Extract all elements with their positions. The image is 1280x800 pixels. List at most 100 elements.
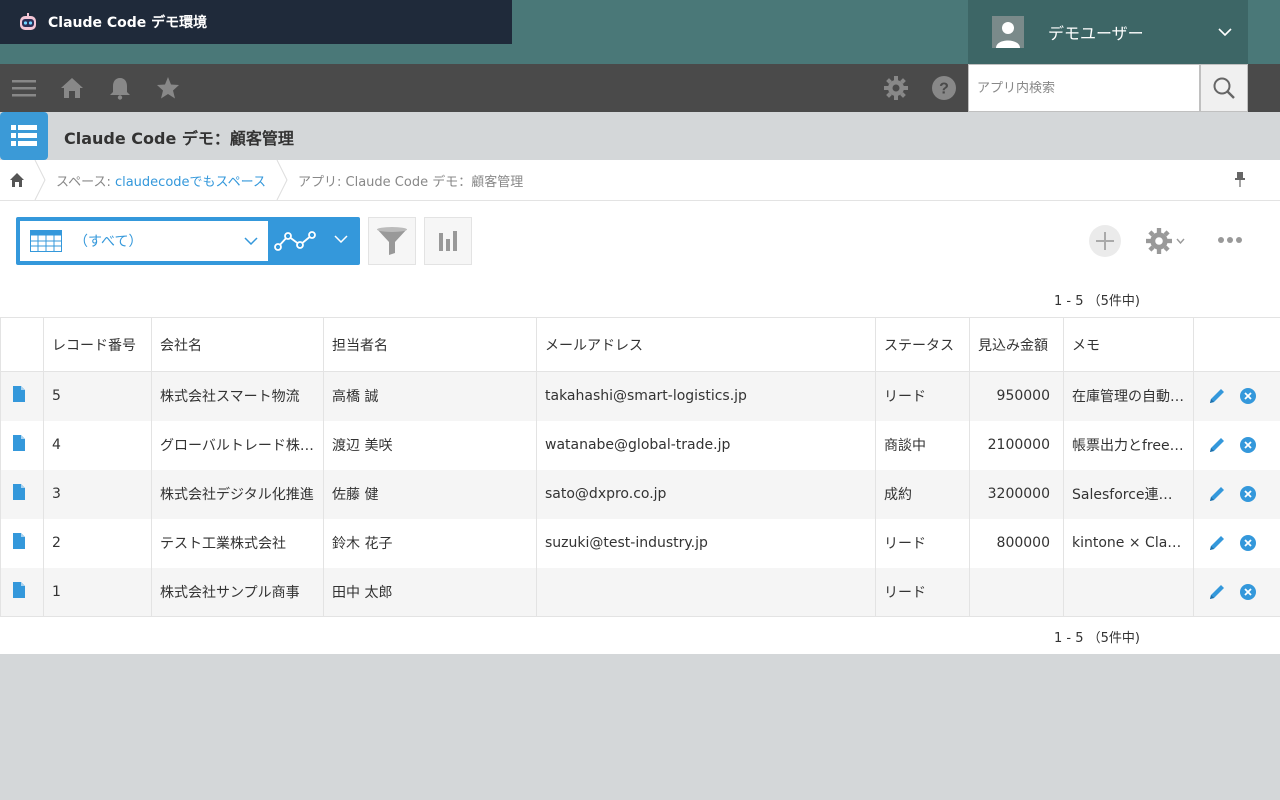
row-actions — [1193, 469, 1280, 519]
header-company[interactable]: 会社名 — [151, 317, 324, 372]
view-selector: （すべて） — [16, 217, 360, 265]
edit-pencil-icon[interactable] — [1208, 387, 1226, 405]
breadcrumb: スペース: claudecodeでもスペース アプリ: Claude Code … — [0, 160, 1280, 201]
cell-company: 株式会社サンプル商事 — [151, 567, 324, 617]
record-detail-cell[interactable] — [0, 567, 44, 617]
bell-icon[interactable] — [108, 76, 132, 100]
app-settings-button[interactable] — [1146, 228, 1185, 254]
graph-chart-button[interactable] — [424, 217, 472, 265]
cell-record-number: 5 — [43, 371, 152, 421]
cell-amount — [969, 567, 1064, 617]
cell-company: 株式会社デジタル化推進 — [151, 469, 324, 519]
view-dropdown[interactable]: （すべて） — [20, 221, 268, 261]
robot-logo-icon — [20, 13, 36, 30]
record-detail-cell[interactable] — [0, 518, 44, 568]
edit-pencil-icon[interactable] — [1208, 583, 1226, 601]
record-detail-cell[interactable] — [0, 469, 44, 519]
delete-close-icon[interactable] — [1240, 486, 1256, 502]
avatar — [992, 16, 1024, 48]
cell-person: 田中 太郎 — [323, 567, 537, 617]
breadcrumb-home-icon[interactable] — [9, 172, 25, 192]
document-icon[interactable] — [13, 484, 25, 500]
records-body: 5 株式会社スマート物流 高橋 誠 takahashi@smart-logistics… — [0, 371, 1280, 617]
graph-icon[interactable] — [274, 227, 318, 255]
delete-close-icon[interactable] — [1240, 583, 1256, 600]
edit-pencil-icon[interactable] — [1208, 534, 1226, 552]
settings-gear-icon[interactable] — [884, 76, 908, 100]
user-menu[interactable]: デモユーザー — [968, 0, 1248, 64]
row-actions — [1193, 518, 1280, 568]
app-search-box — [968, 64, 1200, 112]
breadcrumb-separator-icon — [276, 160, 288, 200]
table-row[interactable]: 3 株式会社デジタル化推進 佐藤 健 sato@dxpro.co.jp 成約 320000… — [0, 469, 1280, 519]
gear-icon — [1146, 228, 1172, 254]
row-actions — [1193, 567, 1280, 617]
add-record-button[interactable] — [1089, 225, 1121, 257]
cell-person: 渡辺 美咲 — [323, 420, 537, 470]
menu-icon[interactable] — [12, 76, 36, 100]
cell-record-number: 3 — [43, 469, 152, 519]
header-status[interactable]: ステータス — [875, 317, 970, 372]
table-row[interactable]: 1 株式会社サンプル商事 田中 太郎 リード — [0, 567, 1280, 617]
brand-bar: Claude Code デモ環境 — [0, 0, 512, 44]
page-title: Claude Code デモ：顧客管理 — [64, 129, 294, 148]
cell-amount: 950000 — [969, 371, 1064, 421]
table-view-icon — [30, 230, 62, 252]
header-amount[interactable]: 見込み金額 — [969, 317, 1064, 372]
header-record-number[interactable]: レコード番号 — [43, 317, 152, 372]
edit-pencil-icon[interactable] — [1208, 436, 1226, 454]
record-detail-cell[interactable] — [0, 371, 44, 421]
user-icon — [996, 22, 1020, 48]
app-search-input[interactable] — [977, 80, 1199, 96]
search-icon — [1213, 77, 1235, 99]
cell-company: 株式会社スマート物流 — [151, 371, 324, 421]
search-button[interactable] — [1200, 64, 1248, 112]
document-icon[interactable] — [13, 386, 25, 403]
breadcrumb-separator-icon — [34, 160, 46, 200]
table-row[interactable]: 4 グローバルトレード株… 渡辺 美咲 watanabe@global-trade.j… — [0, 420, 1280, 470]
chevron-down-icon[interactable] — [334, 235, 348, 243]
cell-email: suzuki@test-industry.jp — [536, 518, 876, 568]
delete-close-icon[interactable] — [1240, 388, 1256, 405]
bar-chart-icon — [439, 231, 457, 251]
cell-status: 成約 — [875, 469, 970, 519]
document-icon[interactable] — [13, 581, 25, 598]
help-icon[interactable]: ? — [932, 76, 956, 100]
filter-funnel-icon — [377, 227, 407, 255]
row-actions — [1193, 420, 1280, 470]
chevron-down-icon — [1176, 238, 1185, 244]
filter-button[interactable] — [368, 217, 416, 265]
app-list-icon — [0, 112, 48, 160]
breadcrumb-app: アプリ: Claude Code デモ：顧客管理 — [298, 175, 524, 190]
cell-record-number: 1 — [43, 567, 152, 617]
cell-memo — [1063, 567, 1194, 617]
record-detail-cell[interactable] — [0, 420, 44, 470]
cell-memo: 帳票出力とfree… — [1063, 420, 1194, 470]
delete-close-icon[interactable] — [1240, 437, 1256, 453]
more-options-icon[interactable] — [1218, 237, 1242, 243]
table-row[interactable]: 5 株式会社スマート物流 高橋 誠 takahashi@smart-logistics… — [0, 371, 1280, 421]
document-icon[interactable] — [13, 533, 25, 549]
pin-icon[interactable] — [1234, 171, 1246, 191]
home-icon[interactable] — [60, 76, 84, 100]
cell-person: 高橋 誠 — [323, 371, 537, 421]
cell-amount: 800000 — [969, 518, 1064, 568]
cell-status: リード — [875, 567, 970, 617]
table-header-row: レコード番号 会社名 担当者名 メールアドレス ステータス 見込み金額 メモ — [0, 317, 1280, 372]
cell-email: sato@dxpro.co.jp — [536, 469, 876, 519]
edit-pencil-icon[interactable] — [1208, 485, 1226, 503]
breadcrumb-space[interactable]: スペース: claudecodeでもスペース — [56, 171, 266, 190]
cell-status: リード — [875, 371, 970, 421]
header-person[interactable]: 担当者名 — [323, 317, 537, 372]
star-icon[interactable] — [156, 76, 180, 100]
cell-memo: kintone × Clau… — [1063, 518, 1194, 568]
delete-close-icon[interactable] — [1240, 535, 1256, 551]
document-icon[interactable] — [13, 435, 25, 451]
chevron-down-icon — [1218, 28, 1232, 36]
cell-record-number: 4 — [43, 420, 152, 470]
cell-person: 鈴木 花子 — [323, 518, 537, 568]
header-memo[interactable]: メモ — [1063, 317, 1194, 372]
breadcrumb-space-link[interactable]: claudecodeでもスペース — [115, 175, 266, 190]
header-email[interactable]: メールアドレス — [536, 317, 876, 372]
table-row[interactable]: 2 テスト工業株式会社 鈴木 花子 suzuki@test-industry.jp リー… — [0, 518, 1280, 568]
